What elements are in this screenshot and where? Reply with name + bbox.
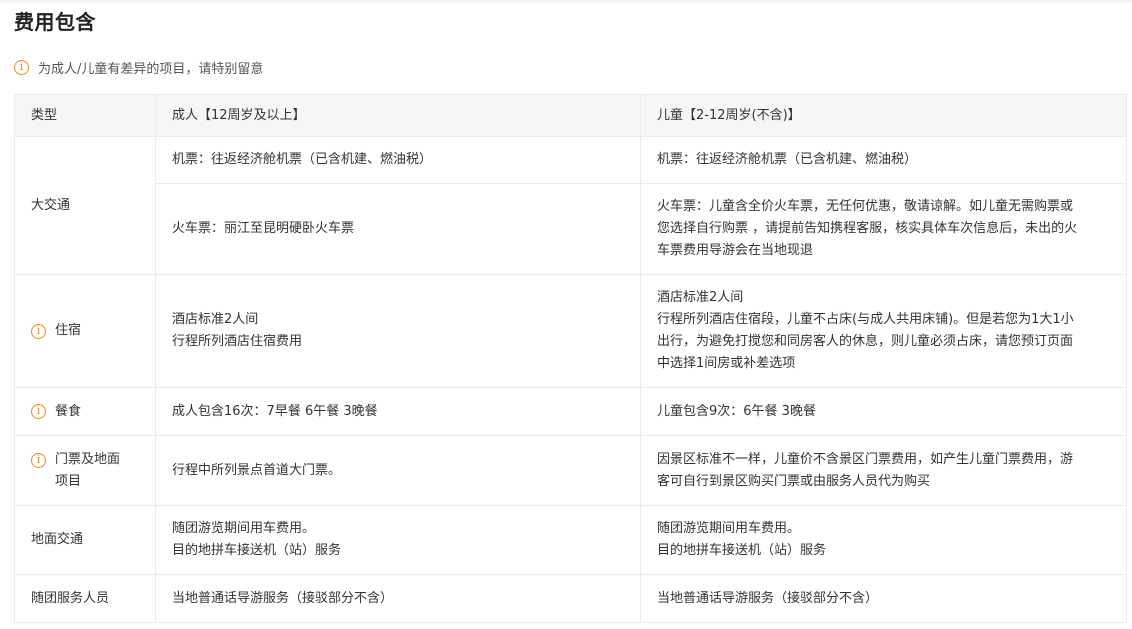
adult-cell: 酒店标准2人间 行程所列酒店住宿费用 (155, 274, 641, 388)
adult-cell: 成人包含16次：7早餐 6午餐 3晚餐 (155, 387, 641, 436)
header-type: 类型 (14, 94, 156, 137)
category-label: 餐食 (55, 403, 82, 419)
table-header-row: 类型 成人【12周岁及以上】 儿童【2-12周岁(不含)】 (14, 94, 1127, 137)
category-cell: i 住宿 (14, 274, 156, 388)
table-row: 随团服务人员 当地普通话导游服务（接驳部分不含） 当地普通话导游服务（接驳部分不… (14, 574, 1127, 623)
fee-include-table: 类型 成人【12周岁及以上】 儿童【2-12周岁(不含)】 大交通 机票：往返经… (14, 94, 1127, 623)
difference-notice: i 为成人/儿童有差异的项目，请特别留意 (14, 58, 264, 77)
adult-cell: 当地普通话导游服务（接驳部分不含） (155, 574, 641, 623)
category-cell: 地面交通 (14, 505, 156, 575)
warning-circle-icon: i (31, 404, 46, 419)
adult-cell: 随团游览期间用车费用。 目的地拼车接送机（站）服务 (155, 505, 641, 575)
category-label: 门票及地面 项目 (55, 451, 121, 489)
category-cell: 随团服务人员 (14, 574, 156, 623)
warning-circle-icon: i (31, 452, 46, 468)
notice-text: 为成人/儿童有差异的项目，请特别留意 (38, 61, 264, 77)
child-cell: 因景区标准不一样，儿童价不含景区门票费用，如产生儿童门票费用，游 客可自行到景区… (640, 435, 1127, 506)
table-row: i 住宿 酒店标准2人间 行程所列酒店住宿费用 酒店标准2人间 行程所列酒店住宿… (14, 274, 1127, 388)
warning-circle-icon: i (31, 323, 46, 339)
category-label: 随团服务人员 (31, 590, 110, 606)
child-cell: 儿童包含9次：6午餐 3晚餐 (640, 387, 1127, 436)
category-label: 地面交通 (31, 532, 84, 547)
category-cell: 大交通 (14, 136, 156, 275)
section-title: 费用包含 (14, 10, 96, 34)
child-cell: 火车票：儿童含全价火车票，无任何优惠，敬请谅解。如儿童无需购票或 您选择自行购票… (640, 183, 1127, 275)
child-cell: 酒店标准2人间 行程所列酒店住宿段，儿童不占床(与成人共用床铺)。但是若您为1大… (640, 274, 1127, 388)
category-label: 大交通 (31, 197, 71, 213)
child-cell: 机票：往返经济舱机票（已含机建、燃油税） (640, 136, 1127, 184)
table-row: i 门票及地面 项目 行程中所列景点首道大门票。 因景区标准不一样，儿童价不含景… (14, 435, 1127, 506)
table-row: 地面交通 随团游览期间用车费用。 目的地拼车接送机（站）服务 随团游览期间用车费… (14, 505, 1127, 575)
category-label: 住宿 (55, 323, 82, 338)
adult-cell: 行程中所列景点首道大门票。 (155, 435, 641, 506)
header-adult: 成人【12周岁及以上】 (155, 94, 641, 137)
adult-cell: 机票：往返经济舱机票（已含机建、燃油税） (155, 136, 641, 184)
category-cell: i 餐食 (14, 387, 156, 436)
table-row: 火车票：丽江至昆明硬卧火车票 火车票：儿童含全价火车票，无任何优惠，敬请谅解。如… (15, 183, 1127, 275)
header-child: 儿童【2-12周岁(不含)】 (640, 94, 1127, 137)
category-cell: i 门票及地面 项目 (14, 435, 156, 506)
child-cell: 当地普通话导游服务（接驳部分不含） (640, 574, 1127, 623)
table-row: i 餐食 成人包含16次：7早餐 6午餐 3晚餐 儿童包含9次：6午餐 3晚餐 (14, 387, 1127, 436)
child-cell: 随团游览期间用车费用。 目的地拼车接送机（站）服务 (640, 505, 1127, 575)
table-row: 大交通 机票：往返经济舱机票（已含机建、燃油税） 机票：往返经济舱机票（已含机建… (14, 136, 1127, 275)
warning-circle-icon: i (14, 59, 29, 75)
top-shadow (0, 0, 1132, 4)
adult-cell: 火车票：丽江至昆明硬卧火车票 (155, 183, 641, 275)
